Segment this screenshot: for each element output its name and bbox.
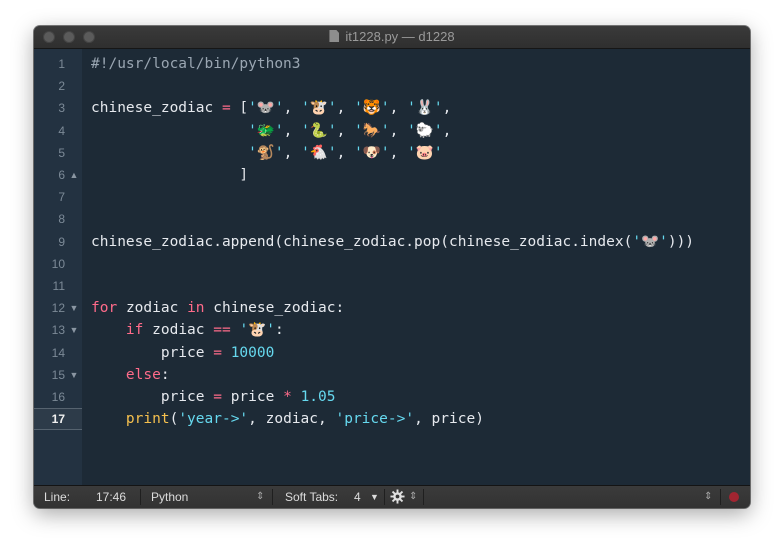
code-line[interactable]: price = price * 1.05 [91, 386, 336, 408]
line-number: 5 [58, 145, 65, 160]
code-line[interactable]: '🐲', '🐍', '🐎', '🐑', [91, 120, 451, 142]
symbol-updown-icon[interactable]: ⇕ [704, 486, 712, 508]
divider [140, 489, 141, 505]
line-number: 15 [51, 367, 65, 382]
line-number: 6 [58, 168, 65, 182]
language-selector[interactable]: Python [151, 486, 188, 508]
code-line[interactable]: #!/usr/local/bin/python3 [91, 53, 301, 75]
line-label: Line: [44, 490, 71, 504]
chevron-down-icon[interactable]: ▼ [370, 486, 379, 508]
soft-tabs-label: Soft Tabs: [285, 490, 339, 504]
line-number: 13 [51, 323, 65, 338]
code-line[interactable]: if zodiac == '🐮': [91, 319, 284, 341]
window-title-container: it1228.py — d1228 [34, 26, 750, 48]
code-line[interactable]: else: [91, 364, 170, 386]
line-number: 11 [52, 279, 65, 293]
code-line[interactable]: ] [91, 164, 248, 186]
fold-down-icon[interactable]: ▼ [69, 319, 79, 341]
title-bar[interactable]: it1228.py — d1228 [34, 26, 750, 49]
fold-down-icon[interactable]: ▼ [69, 297, 79, 319]
line-number: 7 [58, 190, 65, 205]
language-updown-icon[interactable]: ⇕ [256, 486, 264, 508]
editor-window: it1228.py — d1228 1 2 3 4 5 6 ▲ 7 8 9 10 11 12 ▼ 13 ▼ 14… [34, 26, 750, 508]
line-number: 3 [58, 101, 65, 116]
line-number: 4 [58, 123, 65, 138]
gear-icon[interactable] [390, 489, 405, 504]
line-number: 12 [51, 301, 65, 316]
code-line[interactable]: print('year->', zodiac, 'price->', price… [91, 408, 484, 430]
status-bar: Line: 17:46 Python ⇕ Soft Tabs: 4 ▼ ⇕ ⇕ [34, 485, 750, 508]
code-line[interactable]: chinese_zodiac = ['🐭', '🐮', '🐯', '🐰', [91, 97, 451, 119]
record-icon[interactable] [729, 492, 739, 502]
code-line[interactable]: price = 10000 [91, 342, 275, 364]
line-number: 1 [58, 57, 65, 71]
code-line[interactable]: '🐒', '🐔', '🐶', '🐷' [91, 142, 442, 164]
divider [384, 489, 385, 505]
fold-down-icon[interactable]: ▼ [69, 364, 79, 386]
code-editor[interactable]: #!/usr/local/bin/python3 chinese_zodiac =… [82, 49, 750, 485]
divider [720, 489, 721, 505]
line-number-gutter[interactable]: 1 2 3 4 5 6 ▲ 7 8 9 10 11 12 ▼ 13 ▼ 14 15 ▼ 16 17 [34, 49, 82, 485]
line-number: 9 [58, 234, 65, 249]
line-number: 8 [58, 212, 65, 227]
line-number: 17 [51, 412, 65, 427]
settings-updown-icon[interactable]: ⇕ [409, 486, 417, 508]
cursor-position[interactable]: 17:46 [96, 486, 126, 508]
code-line[interactable]: for zodiac in chinese_zodiac: [91, 297, 344, 319]
window-title: it1228.py — d1228 [345, 29, 455, 44]
divider [423, 489, 424, 505]
divider [272, 489, 273, 505]
code-line[interactable]: chinese_zodiac.append(chinese_zodiac.pop… [91, 231, 694, 253]
line-number: 14 [51, 345, 65, 360]
file-icon[interactable] [329, 30, 340, 42]
fold-up-icon[interactable]: ▲ [69, 164, 79, 186]
tab-size-selector[interactable]: 4 [354, 486, 361, 508]
line-number: 2 [58, 79, 65, 94]
line-number: 10 [51, 256, 65, 271]
line-number: 16 [51, 390, 65, 404]
